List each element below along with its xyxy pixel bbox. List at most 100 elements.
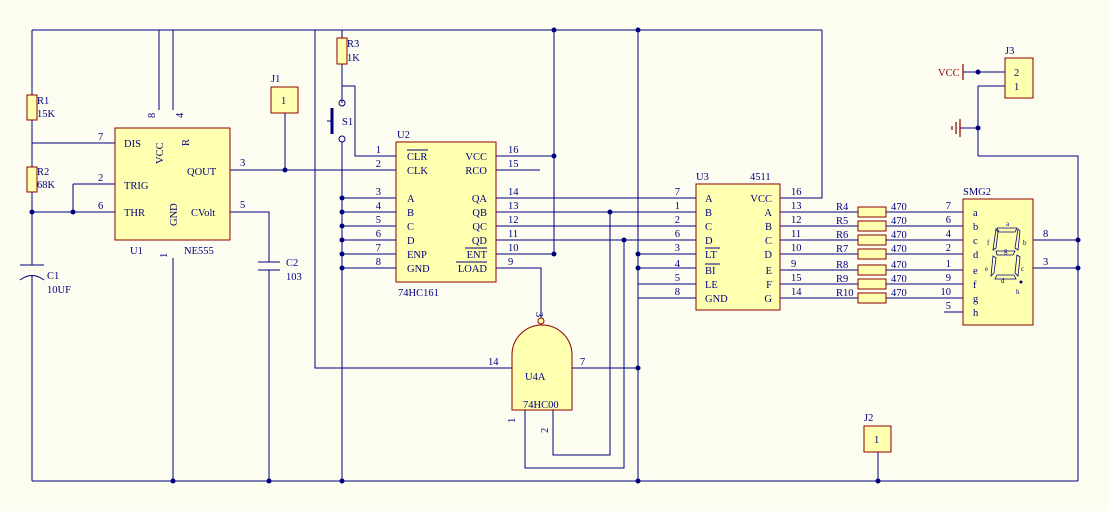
u2-pin-num: 12 <box>508 215 519 226</box>
resistor-r1[interactable]: R1 15K <box>26 94 56 121</box>
u1-pin-r-num: 4 <box>175 112 186 118</box>
jumper-j2[interactable]: J2 1 <box>863 413 892 453</box>
u3-pin-num: 8 <box>675 287 680 298</box>
switch-s1[interactable]: S1 <box>327 99 353 143</box>
u2-pin-name: QB <box>472 208 487 219</box>
u1-pin-qout-num: 3 <box>240 158 245 169</box>
smg2-pin-name: f <box>973 280 977 291</box>
resistor-r3[interactable]: R3 1K <box>336 37 360 65</box>
seg-letter-b: b <box>1023 239 1027 247</box>
u1-pin-cvolt-name: CVolt <box>191 208 215 219</box>
smg2-pin-num: 4 <box>946 229 952 240</box>
j3-ref: J3 <box>1005 46 1014 57</box>
u3-pin-num: 4 <box>675 259 681 270</box>
u1-pin-r-name: R <box>181 139 192 146</box>
smg2-ref: SMG2 <box>963 187 991 198</box>
u3-pin-num: 9 <box>791 259 796 270</box>
u2-pin-name: QD <box>472 236 488 247</box>
s1-ref: S1 <box>342 117 353 128</box>
u1-pin-qout-name: QOUT <box>187 167 217 178</box>
u1-pin-thr-name: THR <box>124 208 145 219</box>
u2-pin-num: 16 <box>508 145 519 156</box>
seg-letter-e: e <box>985 265 988 273</box>
u1-ne555[interactable]: U1 NE555 DIS TRIG THR 7 2 6 VCC R 8 4 GN… <box>98 112 245 258</box>
u1-pin-vcc-name: VCC <box>155 142 166 164</box>
resistor-body <box>857 278 887 290</box>
u3-pin-num: 5 <box>675 273 680 284</box>
c1-ref: C1 <box>47 271 59 282</box>
u3-pin-name: A <box>764 208 772 219</box>
resistor-value: 470 <box>891 216 907 227</box>
u3-pin-num: 13 <box>791 201 802 212</box>
smg2-common-pin-8: 8 <box>1043 229 1048 240</box>
u4-part: 74HC00 <box>523 400 559 411</box>
ground-icon <box>951 119 961 137</box>
u1-pin-gnd-num: 1 <box>159 253 170 258</box>
u3-pin-num: 3 <box>675 243 680 254</box>
smg2-pin-num: 6 <box>946 215 951 226</box>
u2-pin-num: 9 <box>508 257 513 268</box>
resistor-ref: R5 <box>836 216 848 227</box>
u3-pin-num: 16 <box>791 187 802 198</box>
display-smg2[interactable]: SMG2 7a6b4c2d1e9f10g5h 8 3 a b c d e f g… <box>941 187 1049 326</box>
u2-pin-name: QA <box>472 194 488 205</box>
u3-pin-num: 1 <box>675 201 680 212</box>
resistor-body <box>857 292 887 304</box>
u2-pin-num: 2 <box>376 159 381 170</box>
resistor-body <box>857 248 887 260</box>
u2-pin-name: CLR <box>407 152 427 163</box>
resistor-value: 470 <box>891 274 907 285</box>
u1-pin-cvolt-num: 5 <box>240 200 245 211</box>
u2-pin-name: LOAD <box>458 264 488 275</box>
u3-pin-num: 6 <box>675 229 680 240</box>
j1-ref: J1 <box>271 74 280 85</box>
smg2-pin-name: b <box>973 222 978 233</box>
u4a-74hc00[interactable]: U4A 74HC00 14 7 3 1 2 <box>488 312 585 433</box>
u2-pin-num: 4 <box>376 201 382 212</box>
u2-part: 74HC161 <box>398 288 439 299</box>
u2-pin-name: B <box>407 208 414 219</box>
u3-ref: U3 <box>696 172 709 183</box>
u3-4511[interactable]: U3 4511 7 A 1 B 2 C 6 D 3 LT 4 BI 5 LE 8 GND VCC 16 A 13 B 1… <box>675 172 803 311</box>
resistor-ref: R10 <box>836 288 854 299</box>
smg2-pin-num: 9 <box>946 273 951 284</box>
u3-pin-num: 15 <box>791 273 802 284</box>
r3-value: 1K <box>347 53 360 64</box>
capacitor-c1[interactable]: C1 10UF <box>19 264 71 296</box>
smg2-pin-name: e <box>973 266 978 277</box>
smg2-pin-num: 5 <box>946 301 951 312</box>
u3-pin-num: 14 <box>791 287 802 298</box>
resistor-r2[interactable]: R2 68K <box>26 166 56 193</box>
smg2-pin-num: 1 <box>946 259 951 270</box>
jumper-j1[interactable]: J1 1 <box>270 74 299 114</box>
u3-pin-name: A <box>705 194 713 205</box>
r3-ref: R3 <box>347 39 359 50</box>
c2-value: 103 <box>286 272 302 283</box>
smg2-pin-num: 10 <box>941 287 952 298</box>
segment-resistors[interactable]: R4 470 R5 470 R6 470 R7 470 R8 470 R9 470 R10 470 <box>836 202 907 304</box>
u2-74hc161[interactable]: U2 74HC161 1 CLR 2 CLK 3 A 4 B 5 C 6 D 7 ENP 8 GND VCC 1… <box>376 130 520 299</box>
u3-pin-num: 2 <box>675 215 680 226</box>
schematic-canvas: U1 NE555 DIS TRIG THR 7 2 6 VCC R 8 4 GN… <box>19 27 1081 484</box>
u4-pin-out: 7 <box>580 357 585 368</box>
u2-pin-num: 10 <box>508 243 519 254</box>
u3-pin-name: C <box>765 236 772 247</box>
r1-value: 15K <box>37 109 56 120</box>
u3-pin-name: BI <box>705 266 716 277</box>
u1-part: NE555 <box>184 246 214 257</box>
resistor-body <box>857 264 887 276</box>
u2-pin-num: 3 <box>376 187 381 198</box>
u2-pin-name: VCC <box>465 152 487 163</box>
u2-pin-name: CLK <box>407 166 428 177</box>
resistor-ref: R7 <box>836 244 848 255</box>
u2-pin-name: RCO <box>465 166 487 177</box>
capacitor-c2[interactable]: C2 103 <box>258 258 302 283</box>
resistor-value: 470 <box>891 202 907 213</box>
smg2-common-pin-3: 3 <box>1043 257 1048 268</box>
u4-pin-in1: 14 <box>488 357 499 368</box>
seg-letter-h: h <box>1016 288 1020 296</box>
u1-pin-gnd-name: GND <box>169 203 180 226</box>
j2-pin: 1 <box>874 435 879 446</box>
r1-ref: R1 <box>37 96 49 107</box>
connector-j3[interactable]: J3 2 1 VCC <box>938 46 1034 137</box>
